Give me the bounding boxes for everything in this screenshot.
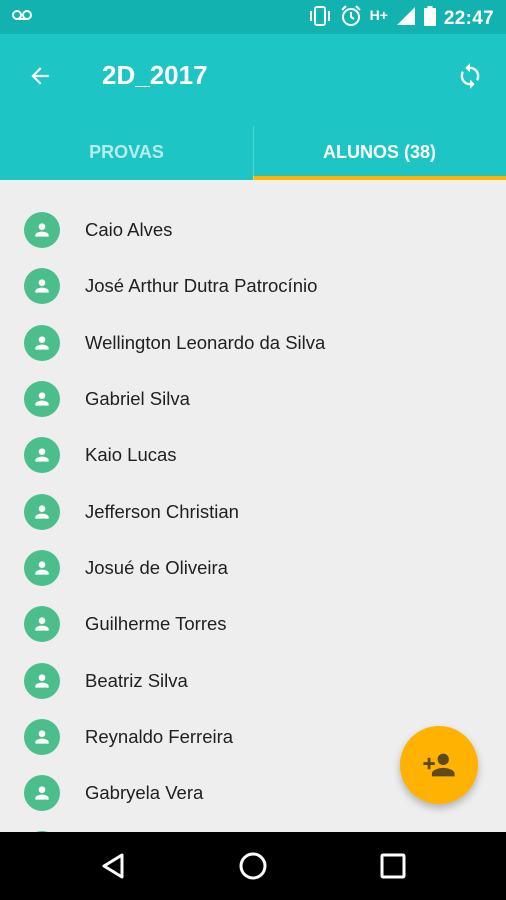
person-icon xyxy=(24,718,60,755)
student-name: Kaio Lucas xyxy=(85,444,177,466)
person-icon xyxy=(24,606,60,643)
nav-recents-button[interactable] xyxy=(375,850,411,882)
student-name: Gabryela Vera xyxy=(85,782,204,804)
tab-alunos[interactable]: ALUNOS (38) xyxy=(253,124,506,180)
person-icon xyxy=(24,324,60,361)
nav-back-button[interactable] xyxy=(95,850,131,882)
sync-icon xyxy=(460,63,480,89)
recents-square-icon xyxy=(380,853,406,879)
network-type: H+ xyxy=(369,6,388,23)
person-icon xyxy=(24,212,60,249)
tab-provas-label: PROVAS xyxy=(89,141,164,162)
tab-divider xyxy=(253,126,254,180)
student-name: Reynaldo Ferreira xyxy=(85,725,234,747)
home-circle-icon xyxy=(239,852,267,880)
add-student-button[interactable] xyxy=(400,726,478,804)
arrow-back-icon xyxy=(31,67,49,85)
back-triangle-icon xyxy=(102,853,124,879)
person-icon xyxy=(24,268,60,305)
student-name: Guilherme Torres xyxy=(85,613,227,635)
tab-bar: PROVAS ALUNOS (38) xyxy=(0,124,506,180)
list-item[interactable]: Beatriz Silva xyxy=(0,652,506,708)
list-item[interactable]: José Arthur Dutra Patrocínio xyxy=(0,258,506,314)
student-name: Josué de Oliveira xyxy=(85,556,228,578)
list-item[interactable]: Caio Alves xyxy=(0,202,506,258)
list-item[interactable]: Jefferson Christian xyxy=(0,483,506,539)
student-name: José Arthur Dutra Patrocínio xyxy=(85,275,318,297)
alarm-icon xyxy=(340,5,362,32)
student-name: Jefferson Christian xyxy=(85,500,239,522)
person-icon xyxy=(24,437,60,474)
list-item[interactable]: Kaio Lucas xyxy=(0,427,506,483)
add-person-icon xyxy=(423,753,455,777)
list-item[interactable]: Wellington Leonardo da Silva xyxy=(0,315,506,371)
list-item[interactable]: Gabriel Silva xyxy=(0,371,506,427)
student-name: Wellington Leonardo da Silva xyxy=(85,331,326,353)
nav-home-button[interactable] xyxy=(235,850,271,882)
vibrate-icon xyxy=(308,6,332,31)
list-item[interactable]: Guilherme Torres xyxy=(0,596,506,652)
list-item[interactable]: Josué de Oliveira xyxy=(0,540,506,596)
status-bar: H+ 22:47 xyxy=(0,0,506,34)
student-name: Caio Alves xyxy=(85,219,173,241)
page-title: 2D_2017 xyxy=(102,60,208,90)
person-icon xyxy=(24,549,60,586)
app-bar: 2D_2017 PROVAS ALUNOS (38) xyxy=(0,34,506,180)
voicemail-icon xyxy=(12,7,32,26)
student-name: Beatriz Silva xyxy=(85,669,188,691)
person-icon xyxy=(24,775,60,812)
battery-icon xyxy=(423,6,436,31)
tab-alunos-label: ALUNOS (38) xyxy=(322,141,436,162)
person-icon xyxy=(24,662,60,699)
system-nav-bar xyxy=(0,832,506,900)
back-button[interactable] xyxy=(22,58,58,94)
person-icon xyxy=(24,381,60,418)
person-icon xyxy=(24,493,60,530)
signal-icon xyxy=(396,6,416,31)
sync-button[interactable] xyxy=(452,58,488,94)
status-time: 22:47 xyxy=(443,7,494,29)
list-item-partial[interactable] xyxy=(0,821,506,832)
tab-provas[interactable]: PROVAS xyxy=(0,124,253,180)
student-name: Gabriel Silva xyxy=(85,388,190,410)
